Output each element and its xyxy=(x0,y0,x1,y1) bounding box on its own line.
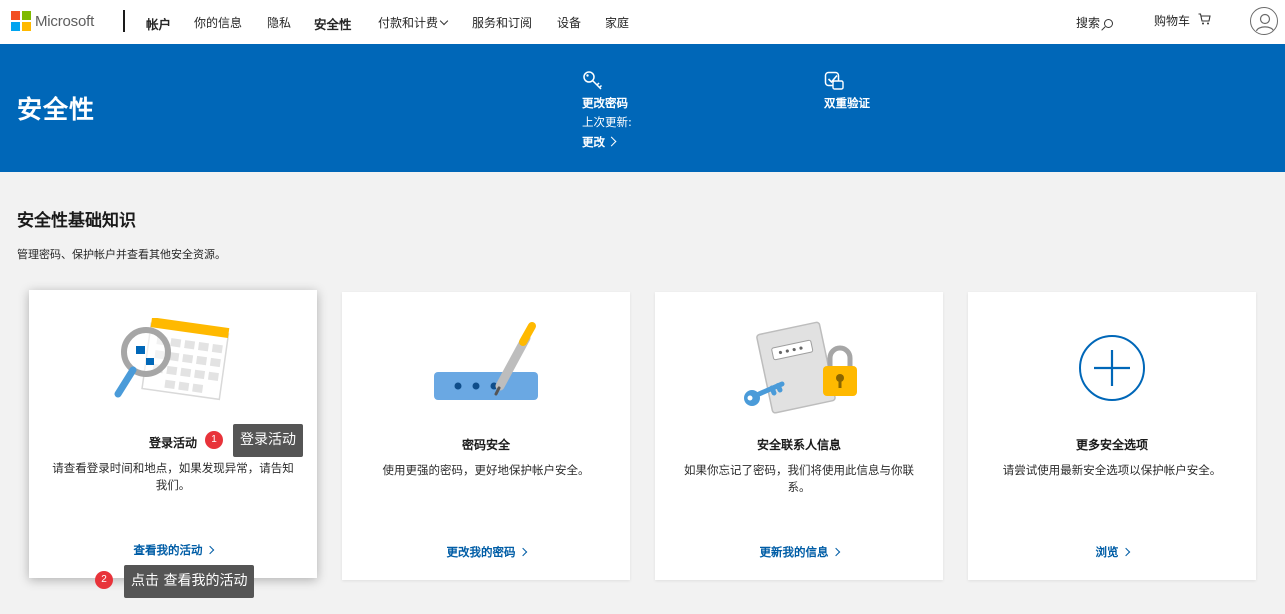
two-step-verification-label: 双重验证 xyxy=(824,96,870,110)
cart-button[interactable]: 购物车 xyxy=(1154,12,1211,29)
nav-divider xyxy=(123,10,125,32)
nav-your-info[interactable]: 你的信息 xyxy=(194,14,242,31)
sign-in-activity-illustration xyxy=(29,312,317,420)
view-my-activity-label: 查看我的活动 xyxy=(133,543,203,557)
view-my-activity-link[interactable]: 查看我的活动 xyxy=(29,542,317,558)
change-password-link[interactable]: 更改 xyxy=(582,134,632,150)
change-password-block: 更改密码 上次更新: 更改 xyxy=(582,70,632,150)
card-more-security-options: 更多安全选项 请尝试使用最新安全选项以保护帐户安全。 浏览 xyxy=(968,292,1256,580)
card-description: 请尝试使用最新安全选项以保护帐户安全。 xyxy=(1002,463,1222,477)
verified-badge-icon xyxy=(824,71,844,90)
chevron-right-icon xyxy=(205,545,214,555)
card-title: 安全联系人信息 xyxy=(756,438,841,452)
chevron-down-icon xyxy=(439,16,449,26)
microsoft-logo[interactable]: Microsoft xyxy=(11,11,94,31)
nav-family[interactable]: 家庭 xyxy=(605,14,629,31)
nav-privacy[interactable]: 隐私 xyxy=(267,14,291,31)
section-description: 管理密码、保护帐户并查看其他安全资源。 xyxy=(17,248,226,261)
cart-icon xyxy=(1198,13,1211,25)
nav-security[interactable]: 安全性 xyxy=(314,14,352,33)
key-icon xyxy=(583,71,603,90)
explore-label: 浏览 xyxy=(1095,545,1119,559)
card-description: 使用更强的密码，更好地保护帐户安全。 xyxy=(382,463,590,477)
card-security-contact-info: 安全联系人信息 如果你忘记了密码，我们将使用此信息与你联系。 更新我的信息 xyxy=(655,292,943,580)
chevron-right-icon xyxy=(606,136,617,147)
change-password-link-label: 更改 xyxy=(582,135,605,149)
search-button[interactable]: 搜索 xyxy=(1076,14,1114,31)
chevron-right-icon xyxy=(518,547,527,557)
nav-services-subscriptions[interactable]: 服务和订阅 xyxy=(472,14,532,31)
step-badge-2: 2 xyxy=(95,571,113,589)
update-my-info-link[interactable]: 更新我的信息 xyxy=(655,544,943,560)
page-title: 安全性 xyxy=(17,95,96,124)
chevron-right-icon xyxy=(1121,547,1130,557)
password-last-updated: 上次更新: xyxy=(582,115,632,129)
section-title: 安全性基础知识 xyxy=(17,211,136,231)
user-icon xyxy=(1255,13,1275,32)
nav-account[interactable]: 帐户 xyxy=(146,14,171,33)
notebook-key-lock-icon xyxy=(744,321,857,414)
callout-view-my-activity: 点击 查看我的活动 xyxy=(124,565,255,598)
password-security-illustration xyxy=(342,314,630,422)
card-password-security: 密码安全 使用更强的密码，更好地保护帐户安全。 更改我的密码 xyxy=(342,292,630,580)
cart-label: 购物车 xyxy=(1154,14,1191,28)
security-header-band: 安全性 更改密码 上次更新: 更改 双重验证 xyxy=(0,44,1285,172)
explore-link[interactable]: 浏览 xyxy=(968,544,1256,560)
calendar-magnifier-icon xyxy=(114,318,230,401)
search-label: 搜索 xyxy=(1076,16,1101,30)
plus-circle-icon xyxy=(1079,335,1145,401)
nav-payment-billing[interactable]: 付款和计费 xyxy=(378,14,449,31)
step-badge-1: 1 xyxy=(205,431,223,449)
password-field-pen-icon xyxy=(434,322,538,400)
two-step-verification-block[interactable]: 双重验证 xyxy=(824,71,870,111)
change-password-label: 更改密码 xyxy=(582,96,628,110)
card-title: 密码安全 xyxy=(461,438,510,452)
search-icon xyxy=(1104,19,1114,28)
more-options-illustration xyxy=(968,314,1256,422)
top-navigation: Microsoft 帐户 你的信息 隐私 安全性 付款和计费 服务和订阅 设备 … xyxy=(0,0,1285,44)
microsoft-logo-icon xyxy=(11,11,31,31)
card-description: 如果你忘记了密码，我们将使用此信息与你联系。 xyxy=(684,463,914,494)
change-my-password-link[interactable]: 更改我的密码 xyxy=(342,544,630,560)
update-my-info-label: 更新我的信息 xyxy=(759,545,829,559)
nav-payment-billing-label: 付款和计费 xyxy=(378,16,439,30)
security-contact-illustration xyxy=(655,314,943,422)
avatar[interactable] xyxy=(1250,7,1278,35)
card-description: 请查看登录时间和地点，如果发现异常，请告知我们。 xyxy=(52,461,294,492)
card-title: 更多安全选项 xyxy=(1075,438,1148,452)
microsoft-wordmark: Microsoft xyxy=(35,12,95,30)
change-my-password-label: 更改我的密码 xyxy=(446,545,516,559)
callout-sign-in-activity: 登录活动 xyxy=(233,424,303,457)
chevron-right-icon xyxy=(831,547,840,557)
nav-devices[interactable]: 设备 xyxy=(557,14,581,31)
